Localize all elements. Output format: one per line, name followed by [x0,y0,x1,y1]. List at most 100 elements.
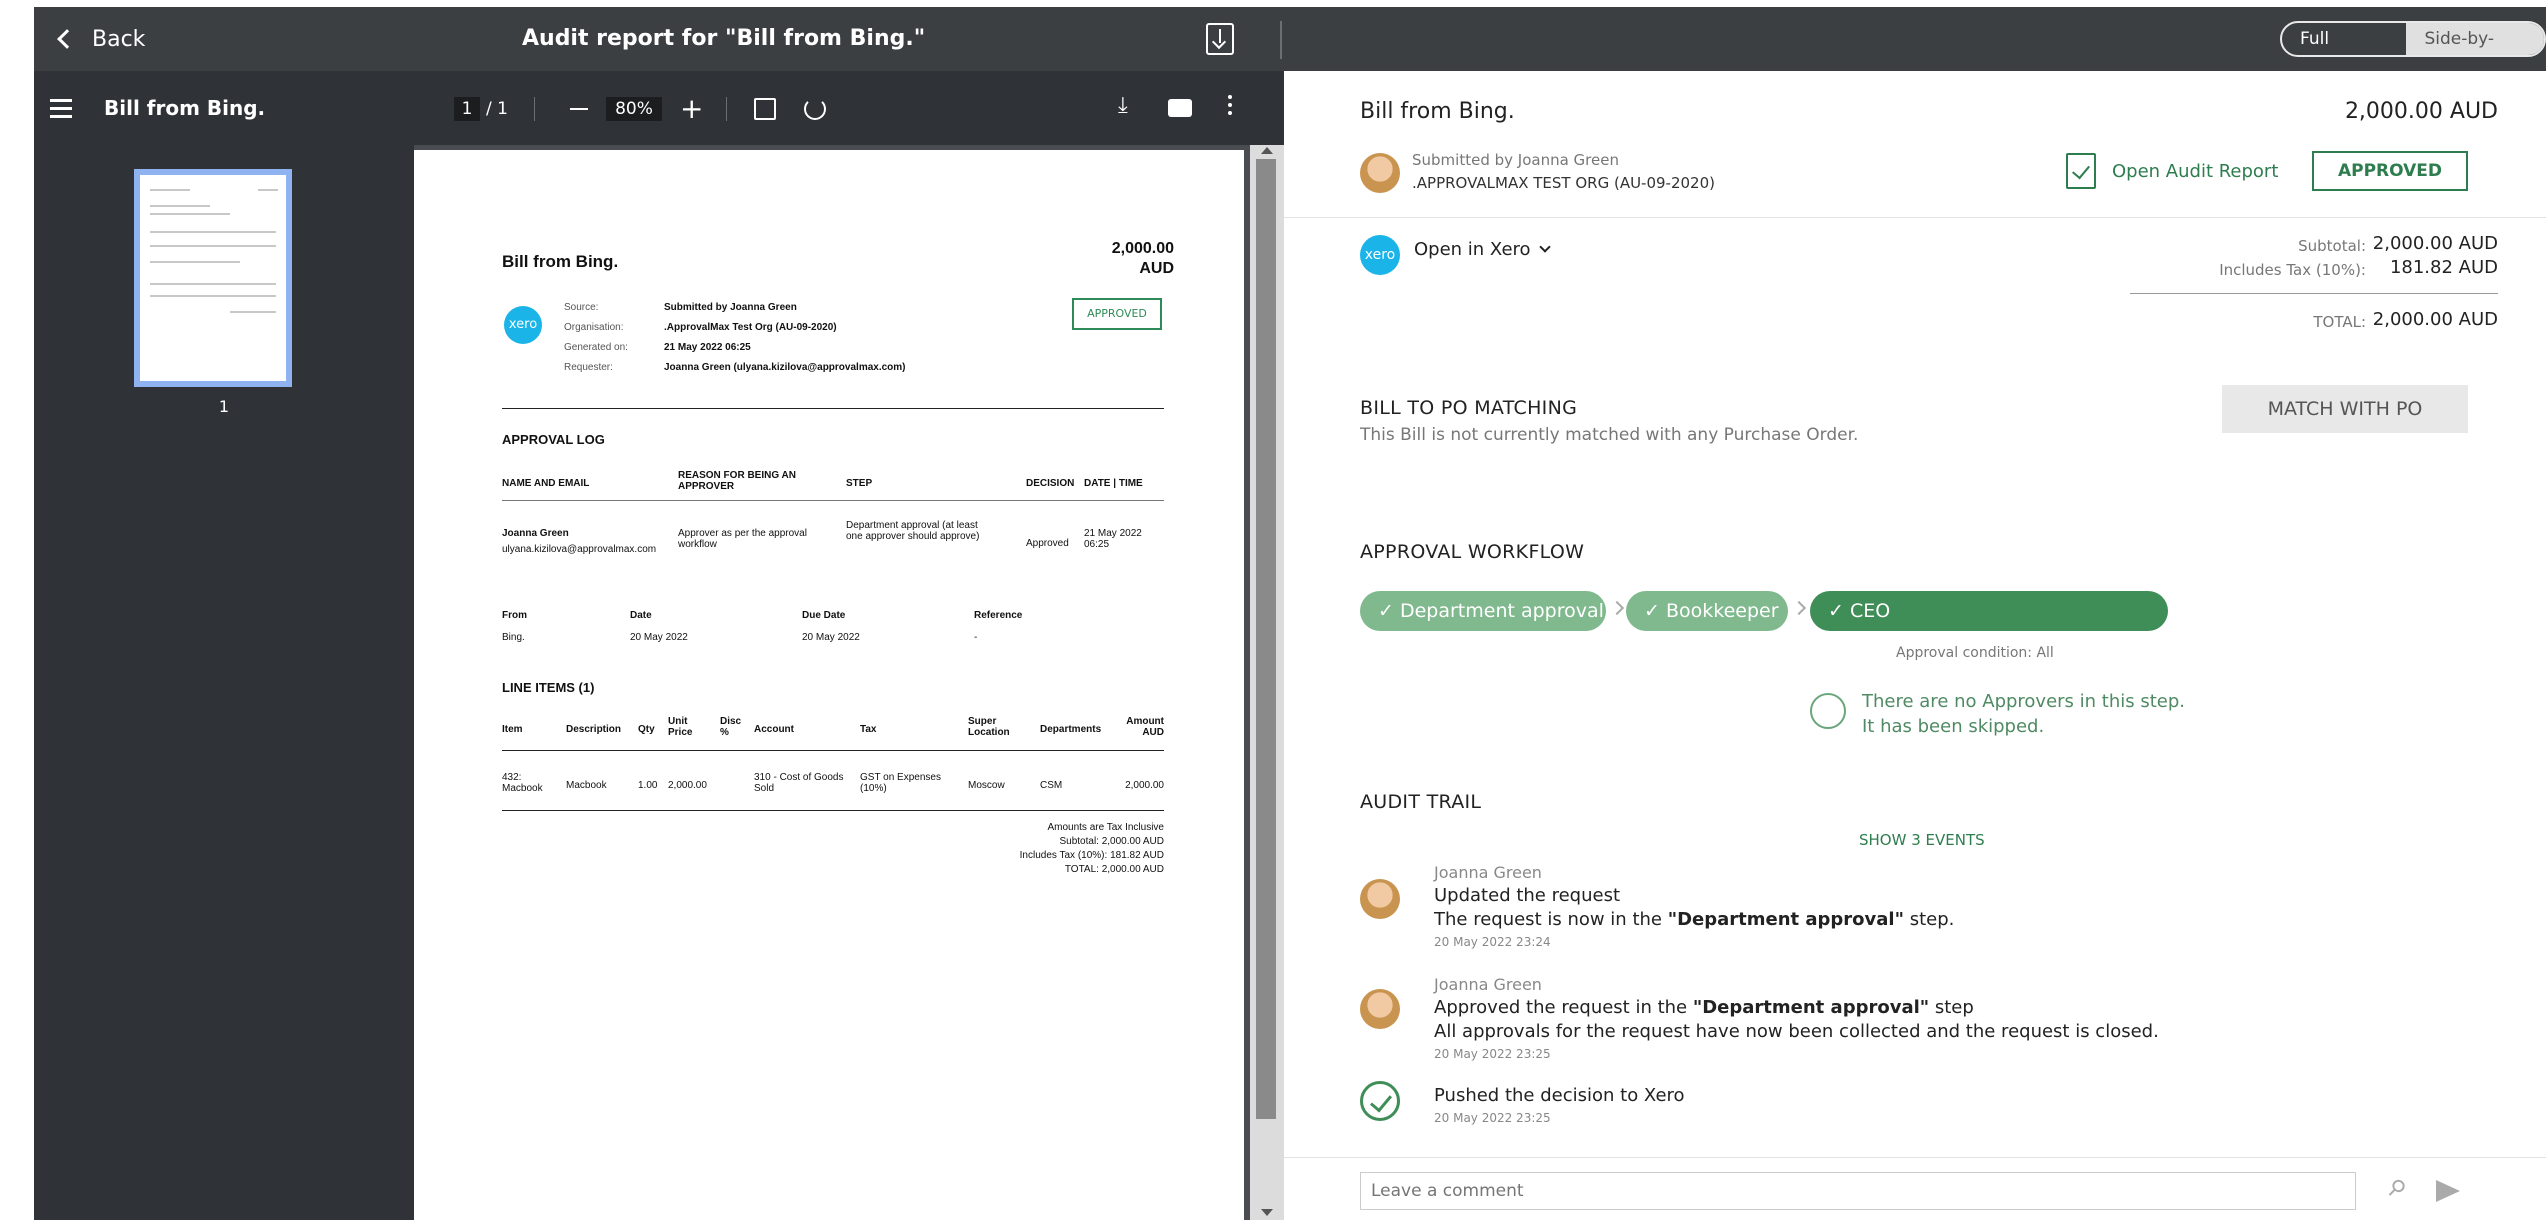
event-time: 20 May 2022 23:24 [1434,935,1551,949]
zoom-in-icon[interactable]: + [680,95,703,123]
pdf-currency: AUD [1139,260,1174,277]
audit-trail-heading: AUDIT TRAIL [1360,791,1482,813]
request-amount: 2,000.00 AUD [2344,99,2498,124]
document-area: Bill from Bing. 2,000.00 AUD xero Source… [414,145,1250,1220]
download-icon[interactable]: ⤓ [1118,93,1128,118]
workflow-step-bookkeeper[interactable]: ✓ Bookkeeper [1626,591,1788,631]
total-value: 2,000.00 AUD [2372,309,2498,330]
summary-line: Includes Tax (10%): 181.82 AUD [1019,850,1164,861]
skipped-step-message: There are no Approvers in this step. It … [1862,689,2185,739]
fit-page-icon[interactable] [754,98,776,120]
back-label: Back [92,26,146,52]
request-details-panel: Bill from Bing. 2,000.00 AUD Submitted b… [1284,71,2546,1220]
table-header: Departments [1040,724,1102,735]
line-cell: Macbook [566,780,607,791]
approval-log-heading: APPROVAL LOG [502,432,605,447]
line-items-heading: LINE ITEMS (1) [502,680,595,695]
approval-condition: Approval condition: All [1896,645,2054,661]
subtotal-label: Subtotal: [2298,237,2366,255]
divider [2130,293,2498,294]
pdf-status-badge: APPROVED [1072,298,1162,330]
divider [502,750,1164,751]
xero-logo-icon: xero [504,306,542,344]
back-button[interactable]: Back [54,7,145,71]
request-title: Bill from Bing. [1360,99,1515,124]
event-time: 20 May 2022 23:25 [1434,1111,1551,1125]
summary-line: Subtotal: 2,000.00 AUD [1059,836,1164,847]
show-events-link[interactable]: SHOW 3 EVENTS [1859,831,1985,849]
print-icon[interactable] [1168,99,1192,117]
po-matching-heading: BILL TO PO MATCHING [1360,397,1578,419]
table-header: NAME AND EMAIL [502,478,590,489]
line-cell: GST on Expenses (10%) [860,772,941,794]
avatar [1360,989,1400,1029]
pdf-page: Bill from Bing. 2,000.00 AUD xero Source… [414,150,1244,1220]
line-cell: 2,000.00 [1125,780,1164,791]
page-number-input[interactable]: 1 [454,97,480,121]
thumbnail-label: 1 [218,397,230,416]
comment-bar: ⚲ [1284,1157,2546,1220]
more-options-icon[interactable] [1228,95,1232,119]
document-check-icon [2066,153,2096,189]
workflow-step-ceo[interactable]: ✓ CEO [1810,591,2168,631]
divider [502,408,1164,409]
table-header: STEP [846,478,873,489]
pdf-title: Bill from Bing. [502,252,619,271]
event-action: Approved the request in the "Department … [1434,997,1974,1018]
table-header: Amount AUD [1126,716,1164,738]
pdf-doc-name: Bill from Bing. [104,96,266,120]
info-value: - [974,632,978,643]
open-audit-report-link[interactable]: Open Audit Report [2066,153,2278,189]
tax-label: Includes Tax (10%): [2219,261,2366,279]
log-date: 21 May 2022 06:25 [1084,528,1142,550]
full-screen-button[interactable]: Full screen [2282,23,2406,55]
side-by-side-button[interactable]: Side-by-side [2406,23,2544,55]
menu-icon[interactable] [50,99,72,123]
send-icon[interactable] [2436,1180,2460,1202]
workflow-step-department[interactable]: ✓ Department approval [1360,591,1606,631]
info-value: 20 May 2022 [630,632,688,643]
chevron-down-icon [1538,241,1551,253]
meta-label: Organisation: [564,322,624,333]
pdf-scrollbar[interactable] [1250,145,1284,1220]
line-cell: Moscow [968,780,1005,791]
zoom-input[interactable]: 80% [606,97,662,121]
info-header: Due Date [802,610,846,621]
skipped-step-icon [1810,693,1846,729]
open-in-xero-label: Open in Xero [1414,239,1531,260]
status-badge: APPROVED [2312,151,2468,191]
match-with-po-button[interactable]: MATCH WITH PO [2222,385,2468,433]
view-toggle: Full screen Side-by-side [2280,21,2546,57]
scrollbar-thumb[interactable] [1256,159,1276,1119]
paperclip-icon[interactable]: ⚲ [2382,1174,2411,1203]
summary-line: Amounts are Tax Inclusive [1047,822,1164,833]
po-matching-note: This Bill is not currently matched with … [1360,425,1859,445]
app-frame: Back Audit report for "Bill from Bing." … [0,0,2546,1220]
meta-label: Source: [564,302,599,313]
scroll-up-icon[interactable] [1261,147,1273,154]
page-thumbnail[interactable] [134,169,292,387]
divider [1280,21,1282,59]
log-decision: Approved [1026,538,1069,549]
xero-logo-icon: xero [1360,235,1400,275]
event-action: Updated the request [1434,885,1621,906]
avatar [1360,879,1400,919]
rotate-icon[interactable] [804,98,826,120]
comment-input[interactable] [1360,1172,2356,1210]
chevron-right-icon [1791,600,1807,616]
scroll-down-icon[interactable] [1261,1209,1273,1216]
info-value: Bing. [502,632,525,643]
divider [726,97,727,121]
log-step: Department approval (at least one approv… [846,520,980,542]
divider [502,500,1164,501]
download-icon[interactable] [1206,23,1234,55]
table-header: Super Location [968,716,1010,738]
table-header: DECISION [1026,478,1075,489]
line-cell: 310 - Cost of Goods Sold [754,772,844,794]
top-bar: Back Audit report for "Bill from Bing." … [34,7,2546,71]
line-cell: CSM [1040,780,1063,791]
summary-line: TOTAL: 2,000.00 AUD [1064,864,1164,875]
event-detail: The request is now in the "Department ap… [1434,909,1955,930]
open-in-xero-button[interactable]: Open in Xero [1414,239,1551,260]
zoom-out-icon[interactable] [570,108,588,110]
